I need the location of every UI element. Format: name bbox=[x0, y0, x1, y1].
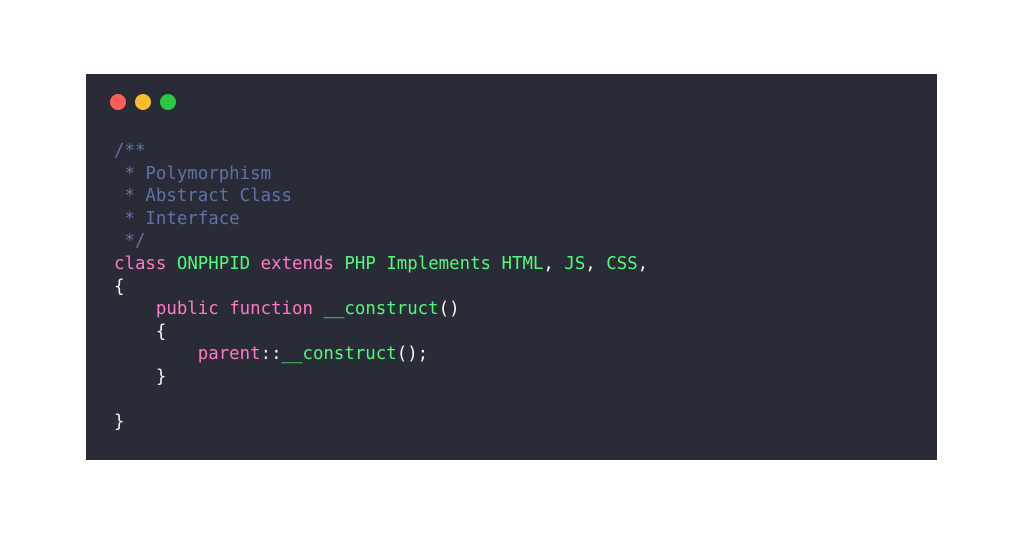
code-block: /** * Polymorphism * Abstract Class * In… bbox=[114, 140, 648, 434]
code-token-punct: , bbox=[637, 253, 649, 274]
code-line: * Polymorphism bbox=[114, 163, 648, 186]
code-token-punct: , bbox=[543, 253, 565, 274]
code-token-comment: */ bbox=[114, 231, 146, 252]
code-token-punct: :: bbox=[260, 344, 282, 365]
close-dot-icon[interactable] bbox=[110, 94, 126, 110]
code-line: /** bbox=[114, 140, 648, 163]
code-token-punct: } bbox=[114, 412, 125, 433]
code-token-name: PHP bbox=[344, 253, 376, 274]
code-token-name: Implements bbox=[386, 253, 492, 274]
code-line: { bbox=[114, 321, 648, 344]
code-token-comment: * Polymorphism bbox=[114, 163, 272, 184]
code-token-name: HTML bbox=[501, 253, 544, 274]
maximize-dot-icon[interactable] bbox=[160, 94, 176, 110]
minimize-dot-icon[interactable] bbox=[135, 94, 151, 110]
code-token-comment: * Interface bbox=[114, 208, 240, 229]
code-token-punct: , bbox=[585, 253, 607, 274]
code-line: { bbox=[114, 276, 648, 299]
code-line: * Abstract Class bbox=[114, 185, 648, 208]
code-token-comment: /** bbox=[114, 141, 146, 161]
code-token-punct: { bbox=[114, 276, 125, 297]
code-token-punct: () bbox=[438, 299, 460, 320]
code-token-comment: * Abstract Class bbox=[114, 186, 292, 207]
code-token-punct: { bbox=[155, 321, 167, 342]
window-controls bbox=[110, 94, 176, 110]
code-line: public function __construct() bbox=[114, 298, 648, 321]
code-window: /** * Polymorphism * Abstract Class * In… bbox=[86, 74, 937, 460]
code-line: } bbox=[114, 411, 648, 434]
code-token-name: ONPHPID bbox=[176, 253, 251, 274]
code-line: */ bbox=[114, 230, 648, 253]
code-line: class ONPHPID extends PHP Implements HTM… bbox=[114, 253, 648, 276]
code-token-keyword: extends bbox=[260, 253, 334, 274]
code-line: * Interface bbox=[114, 208, 648, 231]
code-line: } bbox=[114, 366, 648, 389]
code-token-name: JS bbox=[564, 253, 586, 274]
code-token-keyword: function bbox=[229, 299, 313, 320]
code-token-punct: } bbox=[155, 366, 167, 387]
code-token-name: __construct bbox=[323, 299, 439, 320]
code-token-name: CSS bbox=[606, 253, 638, 274]
code-token-keyword: parent bbox=[197, 344, 261, 365]
code-line: parent::__construct(); bbox=[114, 343, 648, 366]
code-token-keyword: class bbox=[114, 253, 167, 274]
code-token-keyword: public bbox=[155, 299, 219, 320]
code-token-name: __construct bbox=[281, 344, 397, 365]
code-token-punct: (); bbox=[396, 344, 429, 365]
